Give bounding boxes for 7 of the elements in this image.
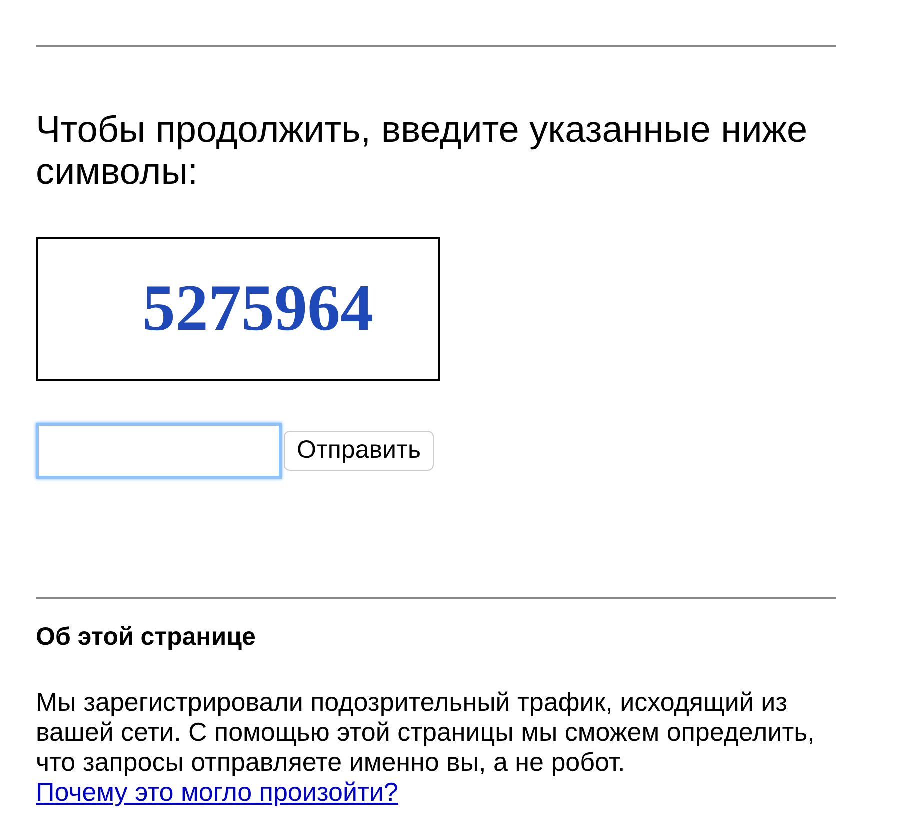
captcha-image: 5275964 bbox=[36, 237, 440, 381]
answer-field[interactable] bbox=[36, 423, 282, 479]
about-paragraph: Мы зарегистрировали подозрительный трафик, исходящий из вашей сети. С помощью этой страницы мы сможем определить, что запросы отправляете именно вы, а не робот. Почему это могло произойти? bbox=[36, 686, 816, 806]
section-heading: Об этой странице bbox=[36, 622, 257, 653]
prompt-text: Чтобы продолжить, введите указанные ниже символы: bbox=[36, 109, 809, 193]
why-link[interactable]: Почему это могло произойти? bbox=[36, 776, 398, 806]
submit-button[interactable]: Отправить bbox=[284, 431, 434, 471]
